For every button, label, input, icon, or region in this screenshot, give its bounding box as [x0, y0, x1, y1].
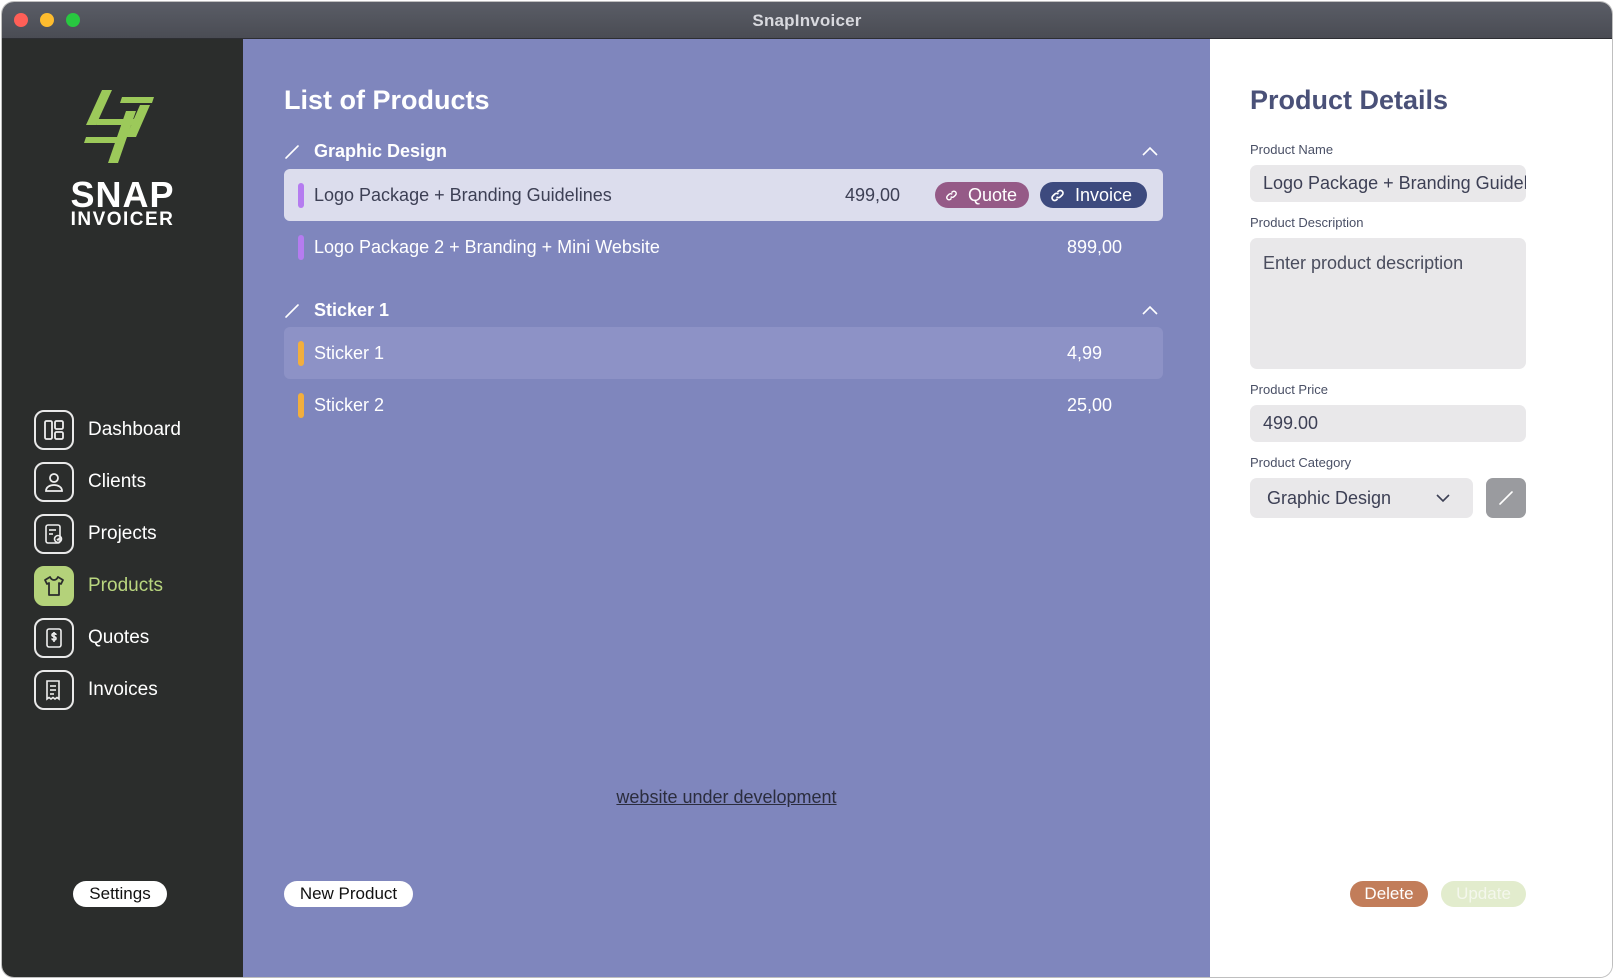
product-name-input[interactable]: Logo Package + Branding Guidelines	[1250, 165, 1526, 202]
edit-category-button[interactable]	[1486, 478, 1526, 518]
sidebar: SNAP INVOICER Dashboard Clients Projects…	[2, 39, 243, 977]
product-list-panel: List of Products Graphic Design Logo Pac…	[243, 39, 1210, 977]
product-row[interactable]: Logo Package + Branding Guidelines 499,0…	[284, 169, 1163, 221]
user-icon	[34, 462, 74, 502]
category-color-bar	[298, 183, 304, 208]
pencil-icon	[1499, 491, 1513, 505]
sidebar-item-quotes[interactable]: Quotes	[34, 617, 224, 659]
product-details-panel: Product Details Product Name Logo Packag…	[1210, 39, 1612, 977]
tshirt-icon	[34, 566, 74, 606]
product-price-input[interactable]: 499.00	[1250, 405, 1526, 442]
details-title: Product Details	[1250, 85, 1449, 115]
projects-icon	[34, 514, 74, 554]
category-name: Sticker 1	[314, 299, 390, 320]
category-name: Graphic Design	[314, 140, 448, 161]
product-name-label: Product Name	[1250, 142, 1334, 157]
pencil-icon[interactable]	[284, 142, 302, 160]
product-category-select[interactable]: Graphic Design	[1250, 478, 1473, 518]
product-description-label: Product Description	[1250, 215, 1364, 230]
product-category-label: Product Category	[1250, 455, 1352, 470]
product-name: Sticker 2	[314, 395, 385, 415]
sidebar-item-label: Products	[88, 575, 163, 596]
category-color-bar	[298, 235, 304, 260]
chevron-up-icon[interactable]	[1141, 143, 1159, 159]
product-price: 4,99	[1067, 343, 1103, 363]
chevron-up-icon[interactable]	[1141, 302, 1159, 318]
brand-name: SNAP	[70, 174, 175, 215]
window-title: SnapInvoicer	[752, 11, 862, 30]
category-color-bar	[298, 341, 304, 366]
product-price: 25,00	[1067, 395, 1113, 415]
product-price: 499,00	[845, 185, 901, 205]
product-price: 899,00	[1067, 237, 1123, 257]
sidebar-item-label: Invoices	[88, 679, 158, 700]
product-name: Logo Package + Branding Guidelines	[314, 185, 612, 205]
dollar-document-icon	[34, 618, 74, 658]
product-price-label: Product Price	[1250, 382, 1329, 397]
sidebar-item-label: Quotes	[88, 627, 150, 648]
sidebar-item-dashboard[interactable]: Dashboard	[34, 409, 224, 451]
selected-category: Graphic Design	[1267, 488, 1392, 508]
delete-button[interactable]: Delete	[1350, 881, 1428, 907]
page-title: List of Products	[284, 85, 490, 115]
update-button[interactable]: Update	[1441, 881, 1526, 907]
product-name: Logo Package 2 + Branding + Mini Website	[314, 237, 660, 257]
sidebar-item-label: Clients	[88, 471, 147, 492]
link-icon	[1051, 189, 1064, 201]
category-header-sticker-1: Sticker 1	[284, 295, 1163, 325]
product-description-input[interactable]: Enter product description	[1250, 238, 1526, 369]
link-icon	[946, 190, 957, 200]
sidebar-item-clients[interactable]: Clients	[34, 461, 224, 503]
category-header-graphic-design: Graphic Design	[284, 136, 1163, 166]
app-window: SnapInvoicer SNAP INVOICER Dashboard Cli…	[2, 2, 1612, 977]
pencil-icon[interactable]	[284, 301, 302, 319]
sidebar-item-products[interactable]: Products	[34, 565, 224, 607]
create-invoice-button[interactable]: Invoice	[1040, 182, 1147, 208]
product-name: Sticker 1	[314, 343, 385, 363]
snap-logo-icon	[84, 90, 154, 163]
brand-subname: INVOICER	[70, 209, 175, 230]
create-quote-button[interactable]: Quote	[935, 182, 1029, 208]
receipt-icon	[34, 670, 74, 710]
product-row[interactable]: Logo Package 2 + Branding + Mini Website…	[284, 221, 1163, 273]
product-row[interactable]: Sticker 1 4,99	[284, 327, 1163, 379]
product-row[interactable]: Sticker 2 25,00	[284, 379, 1163, 431]
chevron-down-icon	[1436, 494, 1450, 503]
dashboard-icon	[34, 410, 74, 450]
invoice-label: Invoice	[1075, 184, 1133, 205]
sidebar-item-label: Projects	[88, 523, 157, 544]
quote-label: Quote	[967, 184, 1017, 205]
sidebar-item-projects[interactable]: Projects	[34, 513, 224, 555]
sidebar-item-invoices[interactable]: Invoices	[34, 669, 224, 711]
category-color-bar	[298, 393, 304, 418]
sidebar-item-label: Dashboard	[88, 419, 181, 440]
title-bar: SnapInvoicer	[2, 2, 1612, 39]
website-link[interactable]: website under development	[243, 787, 1210, 808]
new-product-button[interactable]: New Product	[284, 881, 413, 907]
settings-button[interactable]: Settings	[73, 881, 167, 907]
